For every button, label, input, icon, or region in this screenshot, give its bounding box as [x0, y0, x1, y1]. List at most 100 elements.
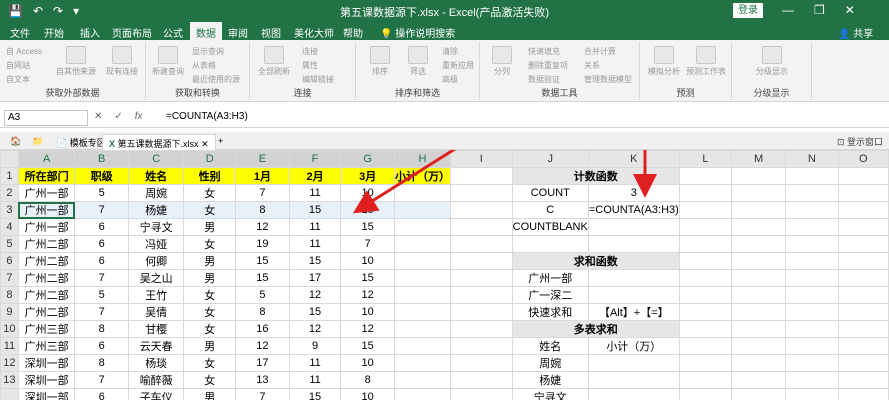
row-header[interactable]: 13 — [0, 371, 19, 389]
cell[interactable]: 7 — [235, 184, 290, 202]
cell[interactable] — [837, 252, 889, 270]
cell[interactable]: 15 — [288, 252, 342, 270]
cell[interactable]: 8 — [74, 354, 130, 372]
sort-button[interactable]: 排序 — [360, 46, 400, 77]
manage-data-model-button[interactable]: 管理数据模型 — [584, 74, 632, 85]
cell[interactable]: 王竹 — [128, 286, 185, 304]
cell[interactable]: 深圳一部 — [17, 388, 76, 400]
cell[interactable] — [393, 235, 451, 253]
cell[interactable]: 男 — [183, 269, 237, 287]
tab-help[interactable]: 帮助 — [343, 25, 363, 40]
cell[interactable]: 子车仪 — [128, 388, 185, 400]
consolidate-button[interactable]: 合并计算 — [584, 46, 616, 57]
cell[interactable]: 15 — [235, 252, 290, 270]
row-header[interactable]: 6 — [0, 252, 19, 270]
cell[interactable] — [449, 269, 513, 287]
add-tab-button[interactable]: + — [212, 134, 229, 150]
side-section-title[interactable]: 计数函数 — [511, 167, 680, 185]
folder-icon[interactable]: 📁 — [26, 134, 49, 150]
cell[interactable] — [730, 320, 787, 338]
cell[interactable]: 11 — [288, 235, 342, 253]
cell[interactable] — [785, 218, 839, 236]
cell[interactable]: 性别 — [183, 167, 237, 185]
cell[interactable]: 12 — [340, 286, 395, 304]
cell[interactable] — [678, 235, 733, 253]
cell[interactable]: 15 — [340, 269, 395, 287]
tab-data[interactable]: 数据 — [190, 22, 222, 40]
cell[interactable] — [678, 354, 733, 372]
cell[interactable]: 广州一部 — [17, 184, 76, 202]
cell[interactable]: 17 — [235, 354, 290, 372]
cell[interactable] — [785, 235, 839, 253]
cell[interactable]: 12 — [288, 286, 342, 304]
cell[interactable] — [678, 320, 733, 338]
cell[interactable]: 广州三部 — [17, 320, 76, 338]
cell[interactable] — [837, 286, 889, 304]
cell[interactable]: 姓名 — [128, 167, 185, 185]
cell[interactable]: 8 — [74, 320, 130, 338]
cell[interactable]: 小计（万） — [393, 167, 451, 185]
from-text-button[interactable]: 自文本 — [6, 74, 30, 85]
cell[interactable] — [730, 235, 787, 253]
cell[interactable] — [449, 252, 513, 270]
row-header[interactable]: 2 — [0, 184, 19, 202]
side-cell[interactable]: COUNTBLANK — [511, 218, 589, 236]
cell[interactable]: 6 — [74, 337, 130, 355]
cell[interactable]: 周婉 — [128, 184, 185, 202]
column-header-c[interactable]: C — [128, 150, 185, 168]
cell[interactable] — [785, 371, 839, 389]
cell[interactable]: 广州二部 — [17, 286, 76, 304]
cell[interactable]: 7 — [74, 201, 130, 219]
cell[interactable]: 8 — [235, 201, 290, 219]
cell[interactable] — [837, 235, 889, 253]
cell[interactable] — [837, 320, 889, 338]
cell[interactable]: 15 — [288, 388, 342, 400]
enter-icon[interactable]: ✓ — [114, 111, 122, 122]
advanced-button[interactable]: 高级 — [442, 74, 458, 85]
cell[interactable]: 喻醉薇 — [128, 371, 185, 389]
cell[interactable]: 女 — [183, 286, 237, 304]
cancel-icon[interactable]: ✕ — [94, 111, 102, 122]
cell[interactable]: 7 — [235, 388, 290, 400]
cell[interactable]: 2月 — [288, 167, 342, 185]
cell[interactable] — [393, 218, 451, 236]
cell[interactable] — [449, 337, 513, 355]
cell[interactable] — [678, 184, 733, 202]
side-cell[interactable]: 广一深二 — [511, 286, 589, 304]
cell[interactable] — [393, 388, 451, 400]
cell[interactable]: 云天春 — [128, 337, 185, 355]
cell[interactable] — [393, 269, 451, 287]
cell[interactable]: 11 — [288, 218, 342, 236]
cell[interactable] — [678, 218, 733, 236]
recent-sources-button[interactable]: 最近使用的源 — [192, 74, 240, 85]
cell[interactable]: 杨琰 — [128, 354, 185, 372]
side-cell[interactable] — [587, 269, 680, 287]
cell[interactable] — [393, 320, 451, 338]
cell[interactable] — [785, 388, 839, 400]
side-cell[interactable] — [587, 354, 680, 372]
cell[interactable]: 10 — [340, 303, 395, 321]
column-header-n[interactable]: N — [785, 150, 839, 168]
column-header-f[interactable]: F — [288, 150, 342, 168]
cell[interactable]: 7 — [74, 269, 130, 287]
cell[interactable]: 10 — [340, 388, 395, 400]
customize-qat-icon[interactable]: ▾ — [73, 4, 79, 18]
reapply-button[interactable]: 重新应用 — [442, 60, 474, 71]
cell[interactable] — [837, 269, 889, 287]
row-header[interactable]: 5 — [0, 235, 19, 253]
cell[interactable]: 广州二部 — [17, 303, 76, 321]
cell[interactable] — [678, 167, 733, 185]
cell[interactable] — [393, 201, 451, 219]
cell[interactable] — [393, 184, 451, 202]
cell[interactable]: 男 — [183, 252, 237, 270]
cell[interactable] — [393, 286, 451, 304]
cell[interactable] — [785, 303, 839, 321]
row-header[interactable]: 9 — [0, 303, 19, 321]
cell[interactable]: 12 — [235, 218, 290, 236]
side-cell[interactable]: 杨婕 — [511, 371, 589, 389]
side-cell[interactable]: =COUNTA(A3:H3) — [587, 201, 680, 219]
cell[interactable] — [785, 320, 839, 338]
outline-button[interactable]: 分级显示 — [752, 46, 792, 77]
cell[interactable] — [393, 252, 451, 270]
column-header-i[interactable]: I — [449, 150, 513, 168]
